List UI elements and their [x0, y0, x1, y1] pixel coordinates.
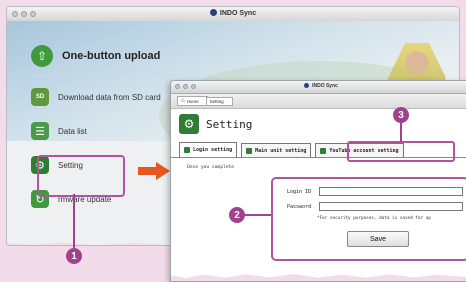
youtube-tab-highlight [347, 141, 455, 162]
marker-2-stem [244, 214, 271, 216]
tab-main-unit-setting[interactable]: Main unit setting [241, 143, 312, 157]
menu-label: One-button upload [62, 50, 161, 62]
page-header: ⚙ Setting [171, 109, 466, 139]
step-marker-3: 3 [393, 107, 409, 123]
page-title: Setting [206, 117, 253, 131]
menu-item-one-button-upload[interactable]: ⇧ One-button upload [31, 37, 181, 76]
breadcrumb-home-label: Home [186, 98, 199, 104]
torn-edge [171, 274, 466, 281]
youtube-icon [320, 147, 327, 154]
window-titlebar: INDO Sync [7, 7, 459, 22]
login-form-highlight [271, 177, 466, 261]
app-logo-icon [304, 83, 310, 88]
menu-label: Download data from SD card [58, 92, 161, 102]
upload-icon: ⇧ [31, 45, 53, 67]
marker-3-stem [400, 122, 402, 142]
window-titlebar: INDO Sync [171, 81, 466, 94]
menu-item-download-sd[interactable]: SD Download data from SD card [31, 80, 181, 114]
tab-login-setting[interactable]: Login setting [179, 142, 238, 157]
step-marker-1: 1 [66, 248, 82, 264]
settings-window: INDO Sync ⌂ Home Setting ⚙ Setting Login … [170, 80, 466, 282]
sd-card-icon: SD [31, 88, 49, 106]
app-logo-icon [209, 9, 217, 16]
breadcrumb: ⌂ Home Setting [171, 94, 466, 109]
breadcrumb-home[interactable]: ⌂ Home [177, 96, 208, 106]
tab-icon [246, 147, 253, 154]
step-marker-2: 2 [229, 207, 245, 223]
tab-label: Main unit setting [255, 147, 307, 154]
marker-1-stem [73, 194, 75, 248]
home-icon: ⌂ [181, 98, 185, 104]
window-title: INDO Sync [312, 83, 338, 89]
tab-icon [184, 147, 190, 153]
menu-item-data-list[interactable]: ☰ Data list [31, 114, 181, 148]
gear-icon: ⚙ [179, 114, 199, 134]
setting-highlight [37, 155, 125, 197]
arrow-right-icon [138, 162, 170, 180]
tab-label: Login setting [193, 147, 233, 153]
breadcrumb-current: Setting [205, 96, 233, 106]
menu-label: Data list [58, 126, 87, 136]
window-title: INDO Sync [219, 10, 257, 17]
list-icon: ☰ [31, 122, 49, 140]
